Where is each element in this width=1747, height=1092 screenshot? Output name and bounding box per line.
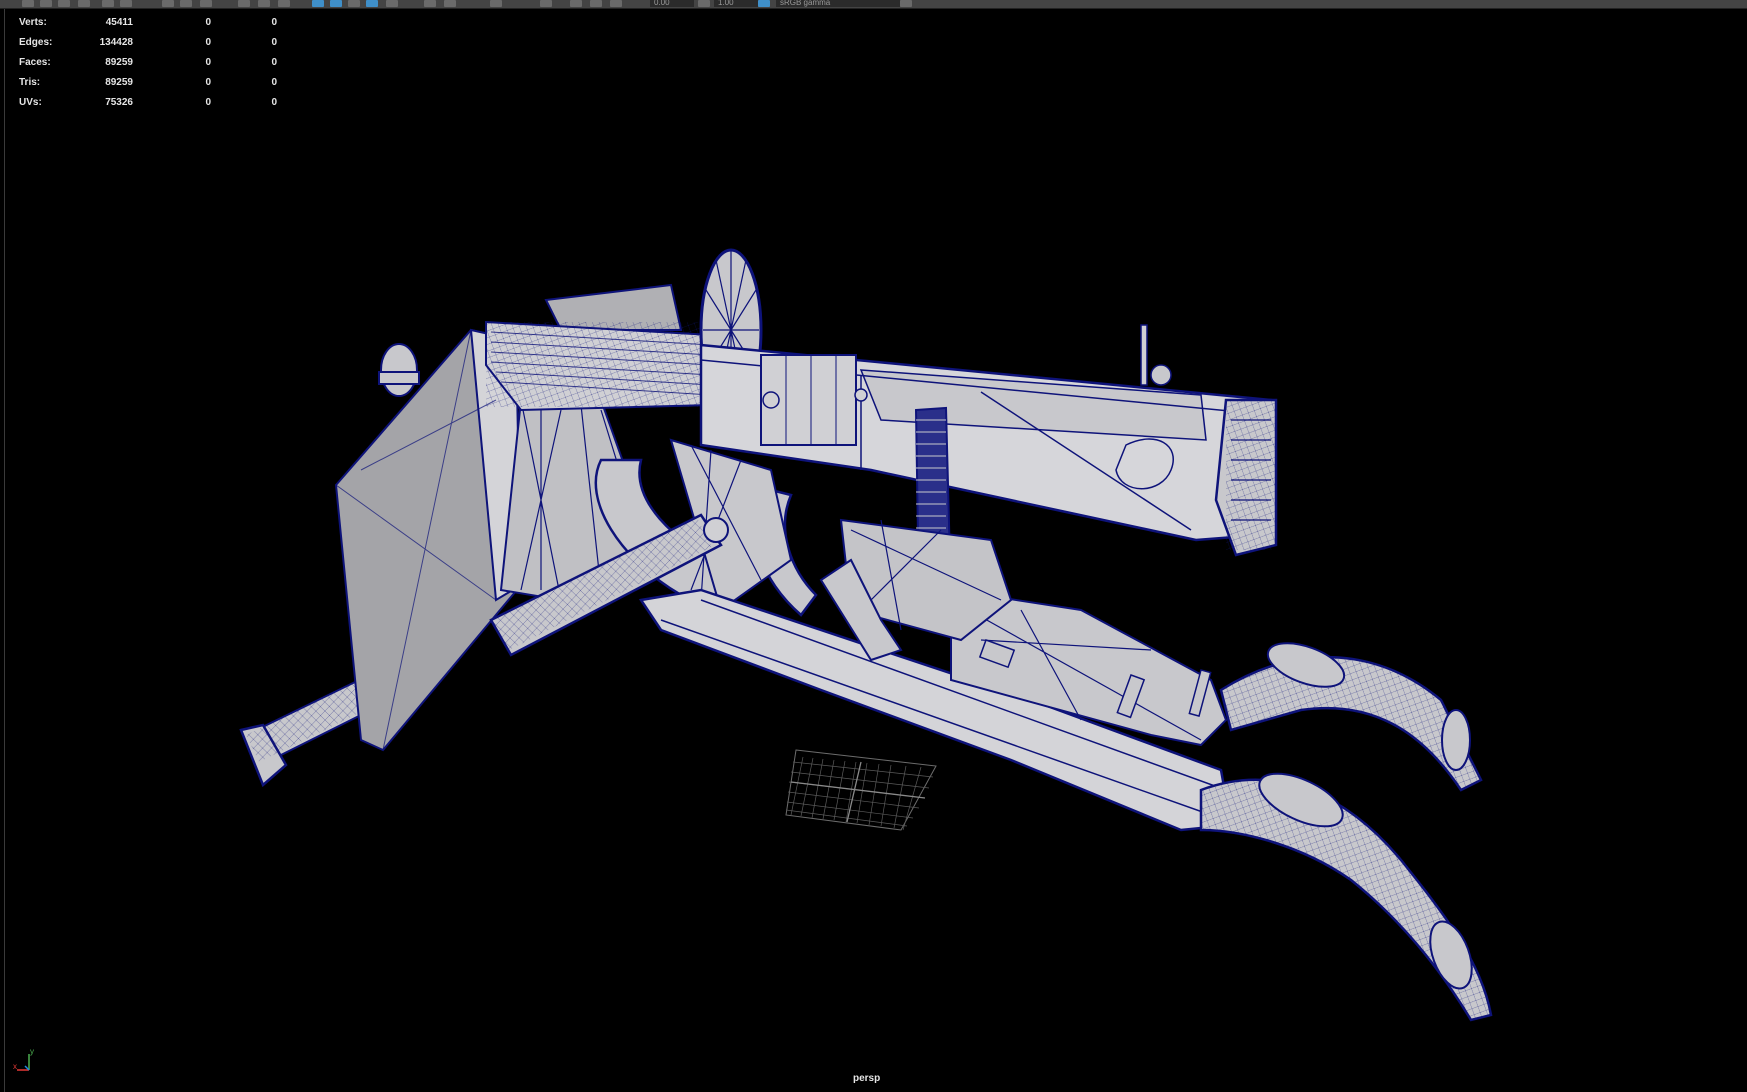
gate-mask-icon[interactable] xyxy=(570,0,582,7)
grid-icon[interactable] xyxy=(162,0,174,7)
snap-icon[interactable] xyxy=(78,0,90,7)
axis-y-label: y xyxy=(30,1047,34,1056)
frame-icon[interactable] xyxy=(180,0,192,7)
exposure-icon[interactable] xyxy=(610,0,622,7)
ground-grid xyxy=(785,749,937,831)
field-chart-icon[interactable] xyxy=(590,0,602,7)
smooth-shade-icon[interactable] xyxy=(258,0,270,7)
leg-claw-lower xyxy=(1199,772,1493,1022)
color-management-icon[interactable] xyxy=(758,0,770,7)
camera-icon[interactable] xyxy=(424,0,436,7)
select-icon[interactable] xyxy=(22,0,34,7)
exposure-field[interactable]: 0.00 xyxy=(650,0,694,7)
axis-x-label: x xyxy=(13,1062,17,1071)
magnet-icon[interactable] xyxy=(102,0,114,7)
xray-icon[interactable] xyxy=(312,0,324,7)
shadows-icon[interactable] xyxy=(348,0,360,7)
camera-name-label: persp xyxy=(853,1073,881,1084)
safe-area-icon[interactable] xyxy=(490,0,502,7)
chevron-down-icon[interactable] xyxy=(900,0,912,7)
status-toolbar: 0.00 1.00 sRGB gamma xyxy=(0,0,1747,9)
machine-gun-wireframe-model[interactable] xyxy=(5,9,1747,1092)
viewport-panel[interactable]: Verts: 45411 0 0 Edges: 134428 0 0 Faces… xyxy=(4,9,1747,1092)
lights-icon[interactable] xyxy=(330,0,342,7)
history-icon[interactable] xyxy=(120,0,132,7)
wireframe-icon[interactable] xyxy=(238,0,250,7)
gamma-icon[interactable] xyxy=(698,0,710,7)
bookmark-icon[interactable] xyxy=(200,0,212,7)
checker-icon[interactable] xyxy=(386,0,398,7)
texture-icon[interactable] xyxy=(278,0,290,7)
gamma-field[interactable]: 1.00 xyxy=(714,0,758,7)
axis-gizmo-icon: y x xyxy=(13,1047,34,1071)
isolate-icon[interactable] xyxy=(366,0,378,7)
colorspace-select[interactable]: sRGB gamma xyxy=(776,0,900,7)
resolution-gate-icon[interactable] xyxy=(540,0,552,7)
film-gate-icon[interactable] xyxy=(444,0,456,7)
lasso-icon[interactable] xyxy=(40,0,52,7)
leg-claw-upper xyxy=(1219,642,1483,792)
paint-icon[interactable] xyxy=(58,0,70,7)
